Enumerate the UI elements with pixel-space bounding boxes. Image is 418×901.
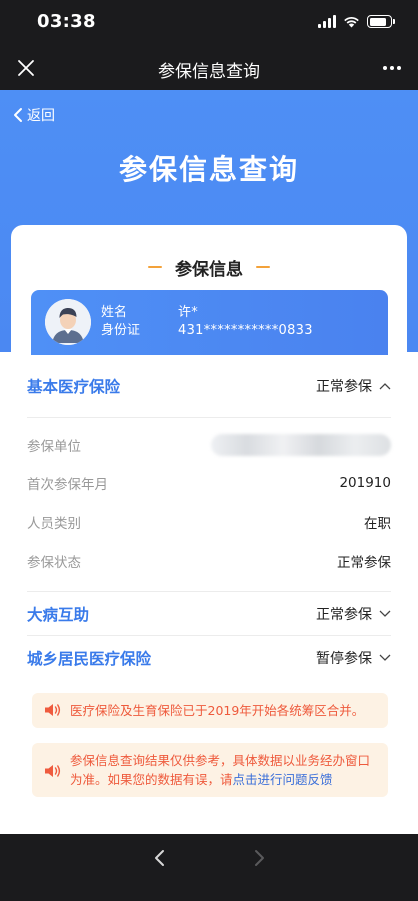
divider <box>27 417 391 418</box>
nav-back-icon[interactable] <box>150 848 170 868</box>
name-value: 许* <box>178 305 199 320</box>
browser-toolbar <box>0 834 418 901</box>
group-status: 正常参保 <box>316 604 391 624</box>
field-label: 参保单位 <box>27 439 81 455</box>
field-row: 人员类别 在职 <box>27 504 391 540</box>
back-link[interactable]: 返回 <box>12 105 55 125</box>
name-label: 姓名 <box>101 305 128 320</box>
back-chevron-icon <box>14 108 22 122</box>
group-basic-medical[interactable]: 基本医疗保险 正常参保 <box>27 364 391 408</box>
group-critical-illness[interactable]: 大病互助 正常参保 <box>27 592 391 636</box>
field-label: 人员类别 <box>27 516 81 532</box>
speaker-icon <box>45 765 61 777</box>
group-status-label: 暂停参保 <box>316 651 372 667</box>
chevron-down-icon <box>379 610 391 617</box>
insurance-card: 参保信息 姓名 身份证 许* 431***********0833 <box>11 225 407 355</box>
chevron-down-icon <box>379 654 391 661</box>
field-row: 参保状态 正常参保 <box>27 543 391 579</box>
person-labels: 姓名 身份证 <box>101 304 140 340</box>
group-title: 大病互助 <box>27 606 90 624</box>
feedback-link[interactable]: 点击进行问题反馈 <box>233 772 333 787</box>
notice-text: 医疗保险及生育保险已于2019年开始各统筹区合并。 <box>70 703 365 718</box>
person-values: 许* 431***********0833 <box>178 304 313 340</box>
title-dash-right <box>256 266 270 268</box>
notice-body: 参保信息查询结果仅供参考，具体数据以业务经办窗口为准。如果您的数据有误，请点击进… <box>70 751 378 789</box>
group-title: 城乡居民医疗保险 <box>27 650 152 668</box>
id-label: 身份证 <box>101 323 141 338</box>
field-row: 首次参保年月 201910 <box>27 465 391 501</box>
section-title: 参保信息 <box>175 260 243 280</box>
status-time: 03:38 <box>37 11 96 32</box>
field-label: 首次参保年月 <box>27 477 108 493</box>
nav-bar: 参保信息查询 <box>0 46 418 90</box>
wifi-icon <box>344 17 359 28</box>
status-icons <box>318 15 395 28</box>
avatar-icon <box>45 299 91 345</box>
back-label: 返回 <box>27 108 55 124</box>
more-icon[interactable] <box>380 56 404 80</box>
field-label: 参保状态 <box>27 555 81 571</box>
notice-merge: 医疗保险及生育保险已于2019年开始各统筹区合并。 <box>32 693 388 728</box>
status-bar: 03:38 <box>0 0 418 46</box>
nav-title: 参保信息查询 <box>158 62 260 82</box>
group-title: 基本医疗保险 <box>27 378 121 396</box>
nav-forward-icon[interactable] <box>249 848 269 868</box>
field-value: 201910 <box>339 475 391 491</box>
group-status: 暂停参保 <box>316 648 391 668</box>
field-row: 参保单位 <box>27 427 391 463</box>
person-info-box: 姓名 身份证 许* 431***********0833 <box>31 290 388 355</box>
blurred-value <box>211 434 391 456</box>
id-value: 431***********0833 <box>178 323 313 338</box>
notice-disclaimer: 参保信息查询结果仅供参考，具体数据以业务经办窗口为准。如果您的数据有误，请点击进… <box>32 743 388 797</box>
group-status-label: 正常参保 <box>316 607 372 623</box>
group-status: 正常参保 <box>316 376 391 396</box>
chevron-up-icon <box>379 383 391 390</box>
signal-icon <box>318 15 336 28</box>
group-status-label: 正常参保 <box>316 379 372 395</box>
web-content: 返回 参保信息查询 参保信息 姓名 身份证 许* 431***********0… <box>0 90 418 834</box>
battery-icon <box>367 15 395 28</box>
hero-title: 参保信息查询 <box>118 153 299 186</box>
speaker-icon <box>45 704 61 716</box>
field-value: 正常参保 <box>337 555 391 571</box>
field-value: 在职 <box>364 516 391 532</box>
group-resident-medical[interactable]: 城乡居民医疗保险 暂停参保 <box>27 636 391 680</box>
